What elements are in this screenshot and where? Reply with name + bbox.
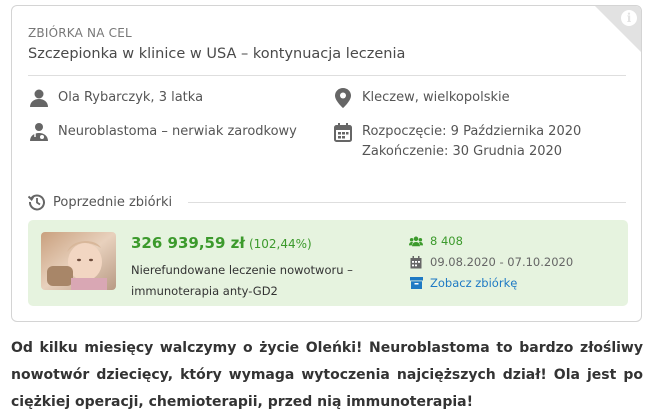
card-title: Szczepionka w klinice w USA – kontynuacj… — [28, 46, 406, 62]
previous-label: Poprzednie zbiórki — [53, 194, 173, 210]
description-paragraph: Od kilku miesięcy walczymy o życie Oleńk… — [11, 340, 643, 410]
previous-divider — [188, 202, 626, 203]
previous-fundraiser-item[interactable]: 326 939,59 zł (102,44%) Nierefundowane le… — [28, 220, 628, 306]
dates-row: Rozpoczęcie: 9 Października 2020 Zakończ… — [332, 122, 581, 162]
amount-value: 326 939,59 zł — [131, 234, 245, 252]
card-eyebrow: ZBIÓRKA NA CEL — [28, 26, 132, 40]
diagnosis-row: Neuroblastoma – nerwiak zarodkowy — [28, 122, 297, 142]
location-pin-icon — [332, 88, 354, 108]
user-icon — [28, 88, 50, 108]
see-fundraiser-link[interactable]: Zobacz zbiórkę — [409, 276, 517, 290]
calendar-icon — [332, 122, 354, 142]
users-icon — [409, 234, 423, 248]
beneficiary-name: Ola Rybarczyk, 3 latka — [58, 90, 204, 105]
title-divider — [28, 75, 626, 76]
info-icon[interactable]: i — [621, 10, 637, 26]
archive-icon — [409, 276, 423, 290]
previous-dates: 09.08.2020 - 07.10.2020 — [430, 255, 574, 269]
supporters-stat: 8 408 — [409, 234, 463, 248]
previous-header: Poprzednie zbiórki — [28, 193, 172, 211]
doctor-icon — [28, 122, 50, 142]
child-photo[interactable] — [41, 232, 116, 290]
supporters-count: 8 408 — [430, 234, 463, 248]
end-date: Zakończenie: 30 Grudnia 2020 — [362, 144, 563, 159]
previous-dates-stat: 09.08.2020 - 07.10.2020 — [409, 255, 573, 269]
diagnosis-text: Neuroblastoma – nerwiak zarodkowy — [58, 124, 297, 139]
history-icon — [28, 193, 46, 211]
start-date: Rozpoczęcie: 9 Października 2020 — [362, 124, 582, 139]
amount-raised: 326 939,59 zł (102,44%) — [131, 234, 312, 252]
amount-percent: (102,44%) — [248, 237, 312, 251]
calendar-small-icon — [409, 255, 423, 269]
location-text: Kleczew, wielkopolskie — [362, 90, 510, 105]
see-fundraiser-label[interactable]: Zobacz zbiórkę — [430, 276, 517, 290]
location-row: Kleczew, wielkopolskie — [332, 88, 510, 108]
beneficiary-row: Ola Rybarczyk, 3 latka — [28, 88, 203, 108]
previous-description: Nierefundowane leczenie nowotworu – immu… — [131, 263, 353, 298]
fundraiser-card: i ZBIÓRKA NA CEL Szczepionka w klinice w… — [11, 5, 642, 322]
